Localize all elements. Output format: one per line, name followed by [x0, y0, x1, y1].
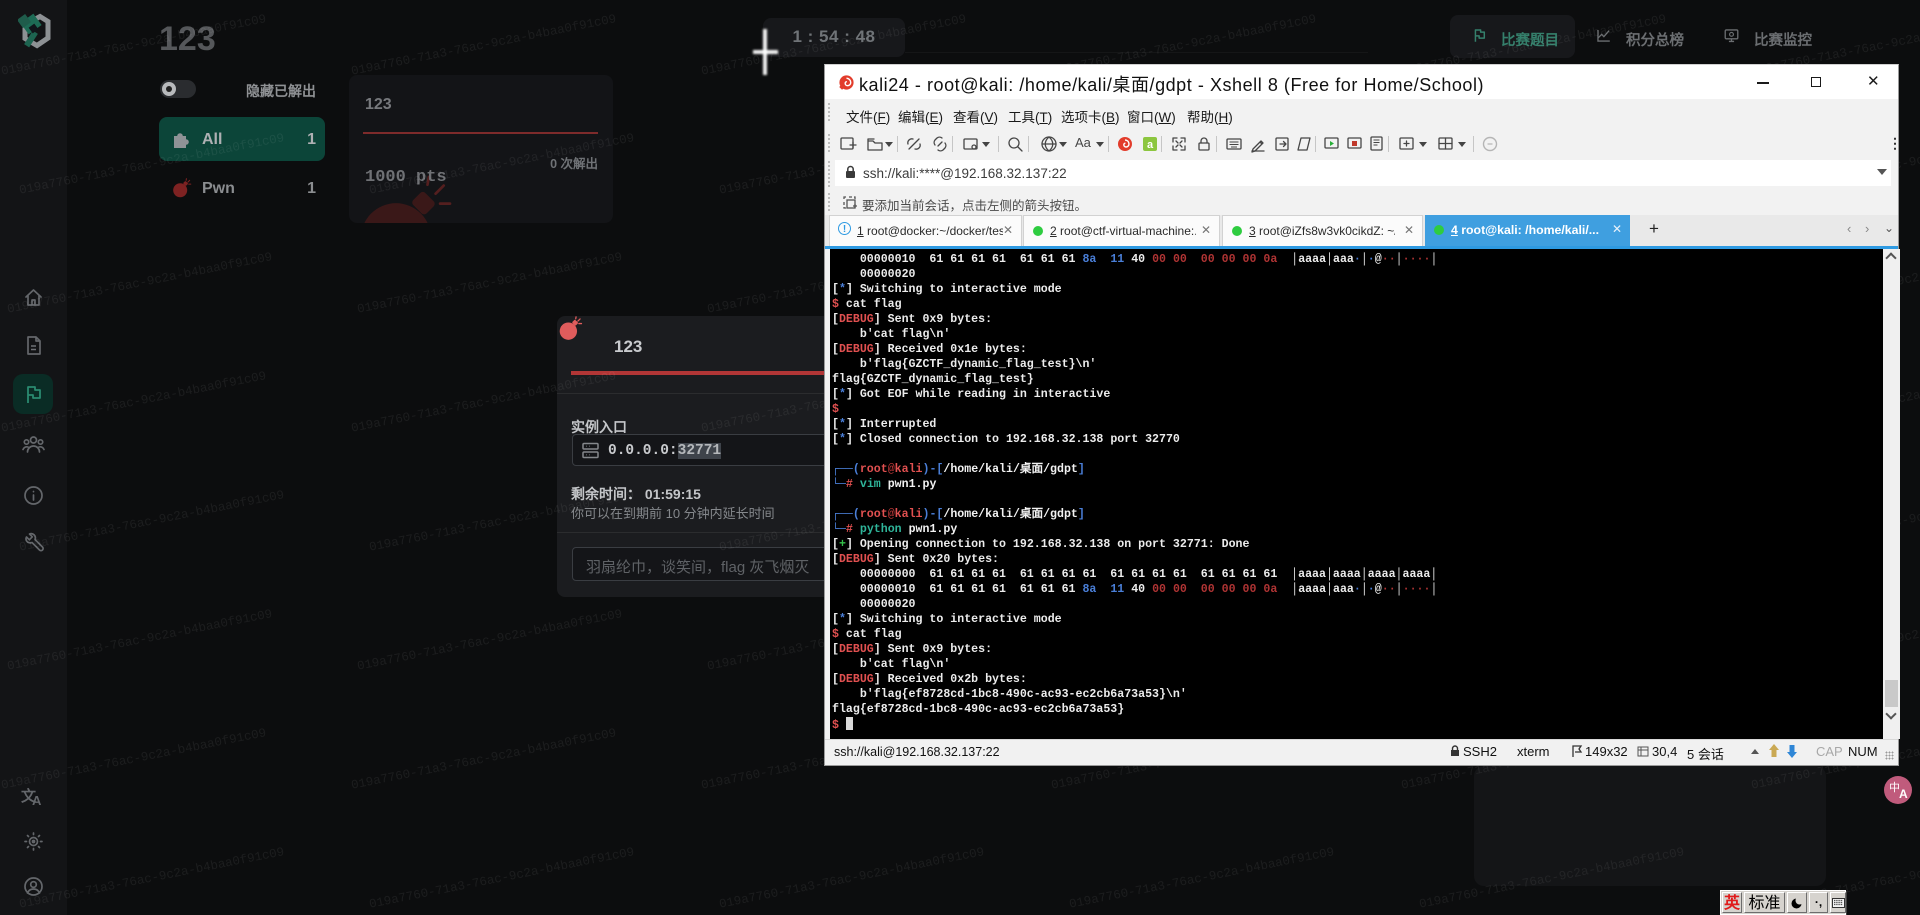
svg-text:a: a: [1147, 139, 1154, 151]
